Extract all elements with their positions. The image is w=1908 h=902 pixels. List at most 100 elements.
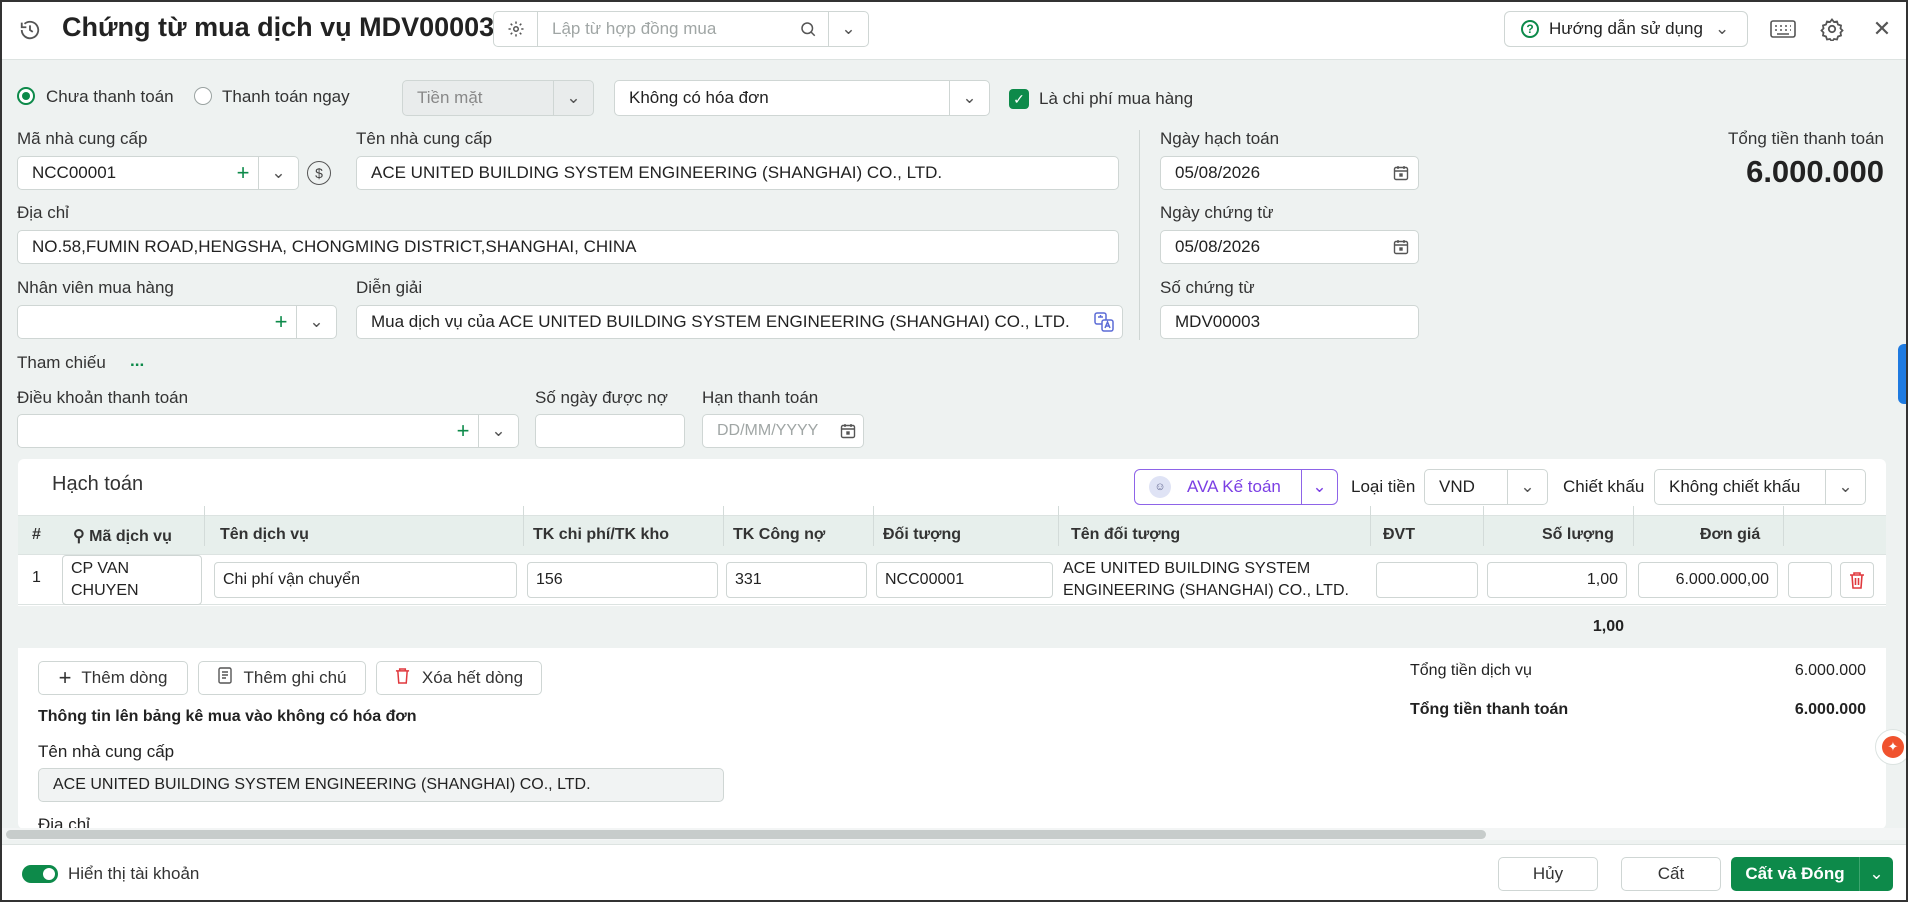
address-value[interactable]: NO.58,FUMIN ROAD,HENGSHA, CHONGMING DIST… (18, 237, 1118, 257)
reference-label: Tham chiếu (17, 353, 106, 372)
help-icon: ? (1521, 20, 1539, 38)
supplier-name-value[interactable]: ACE UNITED BUILDING SYSTEM ENGINEERING (… (357, 163, 1118, 183)
chevron-down-icon[interactable]: ⌄ (949, 81, 989, 115)
extra-cell[interactable] (1788, 562, 1832, 598)
ava-accountant-button[interactable]: ☺ AVA Kế toán ⌄ (1134, 469, 1338, 505)
paid-now-label[interactable]: Thanh toán ngay (222, 87, 350, 107)
voucher-date-label: Ngày chứng từ (1160, 203, 1274, 222)
voucher-date-field[interactable]: 05/08/2026 (1160, 230, 1419, 264)
chevron-down-icon[interactable]: ⌄ (1507, 470, 1547, 504)
save-button[interactable]: Cất (1621, 857, 1721, 891)
chevron-down-icon[interactable]: ⌄ (828, 12, 868, 46)
voucher-date-value[interactable]: 05/08/2026 (1161, 237, 1384, 257)
close-icon[interactable]: ✕ (1868, 15, 1896, 43)
contract-search-input[interactable]: Lập từ hợp đồng mua (538, 19, 788, 39)
currency-dollar-icon[interactable]: $ (307, 161, 331, 185)
table-summary-row: 1,00 (18, 606, 1886, 648)
description-label: Diễn giải (356, 278, 423, 297)
reference-more-link[interactable]: ... (130, 351, 144, 371)
scrollbar-thumb[interactable] (6, 830, 1486, 839)
trash-icon (395, 667, 410, 689)
service-name-cell[interactable]: Chi phí vận chuyển (214, 562, 517, 598)
side-panel-handle[interactable] (1898, 344, 1906, 404)
chevron-down-icon: ⌄ (553, 81, 593, 115)
help-button[interactable]: ? Hướng dẫn sử dụng ⌄ (1504, 11, 1748, 47)
due-date-label: Hạn thanh toán (702, 388, 819, 407)
terms-field[interactable]: + ⌄ (17, 414, 519, 448)
delete-row-icon[interactable] (1840, 562, 1874, 598)
delete-all-button[interactable]: Xóa hết dòng (376, 661, 542, 695)
payment-method-value: Tiền mặt (417, 88, 483, 107)
payment-method-select: Tiền mặt ⌄ (402, 80, 594, 116)
table-row[interactable]: 1 CP VAN CHUYEN Chi phí vận chuyển 156 3… (18, 555, 1886, 605)
contract-search[interactable]: Lập từ hợp đồng mua ⌄ (493, 11, 869, 47)
service-code-cell[interactable]: CP VAN CHUYEN (62, 555, 202, 605)
supplier-code-value[interactable]: NCC00001 (18, 163, 228, 183)
chevron-down-icon[interactable]: ⌄ (1301, 470, 1337, 504)
history-icon[interactable] (16, 16, 44, 44)
pin-icon[interactable]: ⚲ (73, 528, 89, 545)
show-account-toggle[interactable] (22, 865, 58, 883)
supplier-code-field[interactable]: NCC00001 + ⌄ (17, 156, 299, 190)
keyboard-icon[interactable] (1768, 15, 1798, 43)
add-row-button[interactable]: + Thêm dòng (38, 661, 188, 695)
description-field[interactable]: Mua dịch vụ của ACE UNITED BUILDING SYST… (356, 305, 1123, 339)
paid-now-radio[interactable] (194, 87, 212, 105)
translate-icon[interactable] (1086, 312, 1122, 332)
object-cell[interactable]: NCC00001 (876, 562, 1053, 598)
quantity-cell[interactable]: 1,00 (1487, 562, 1627, 598)
unpaid-label[interactable]: Chưa thanh toán (46, 87, 174, 107)
purchase-cost-checkbox[interactable]: ✓ (1009, 89, 1029, 109)
invoice-type-select[interactable]: Không có hóa đơn ⌄ (614, 80, 990, 116)
currency-select[interactable]: VND ⌄ (1424, 469, 1548, 505)
assistant-fab[interactable]: ✦ (1875, 729, 1906, 765)
calendar-icon[interactable] (833, 423, 863, 439)
employee-field[interactable]: + ⌄ (17, 305, 337, 339)
credit-days-field[interactable] (535, 414, 685, 448)
posting-date-value[interactable]: 05/08/2026 (1161, 163, 1384, 183)
column-divider (1139, 130, 1140, 340)
add-icon[interactable]: + (228, 160, 258, 186)
chevron-down-icon[interactable]: ⌄ (1825, 470, 1865, 504)
unit-price-cell[interactable]: 6.000.000,00 (1638, 562, 1778, 598)
calendar-icon[interactable] (1384, 239, 1418, 255)
search-icon[interactable] (788, 20, 828, 38)
gear-icon[interactable] (494, 12, 538, 46)
discount-select[interactable]: Không chiết khấu ⌄ (1654, 469, 1866, 505)
payment-total-value: 6.000.000 (1794, 701, 1866, 718)
chevron-down-icon[interactable]: ⌄ (296, 306, 336, 338)
col-service-name: Tên dịch vụ (220, 526, 309, 543)
discount-label: Chiết khấu (1563, 477, 1645, 496)
unit-cell[interactable] (1376, 562, 1478, 598)
calendar-icon[interactable] (1384, 165, 1418, 181)
chevron-down-icon[interactable]: ⌄ (1859, 857, 1893, 891)
service-total-value: 6.000.000 (1794, 662, 1866, 679)
horizontal-scrollbar[interactable] (2, 828, 1906, 840)
supplier-name-field[interactable]: ACE UNITED BUILDING SYSTEM ENGINEERING (… (356, 156, 1119, 190)
chevron-down-icon[interactable]: ⌄ (478, 415, 518, 447)
add-icon[interactable]: + (266, 309, 296, 335)
voucher-no-value[interactable]: MDV00003 (1161, 312, 1418, 332)
payable-account-cell[interactable]: 331 (726, 562, 867, 598)
due-date-input[interactable]: DD/MM/YYYY (703, 422, 833, 440)
expense-account-cell[interactable]: 156 (527, 562, 718, 598)
supplier-name-label: Tên nhà cung cấp (356, 129, 493, 148)
address-field[interactable]: NO.58,FUMIN ROAD,HENGSHA, CHONGMING DIST… (17, 230, 1119, 264)
voucher-no-field[interactable]: MDV00003 (1160, 305, 1419, 339)
posting-date-field[interactable]: 05/08/2026 (1160, 156, 1419, 190)
listing-supplier-value: ACE UNITED BUILDING SYSTEM ENGINEERING (… (53, 776, 591, 793)
cancel-button[interactable]: Hủy (1498, 857, 1598, 891)
col-quantity: Số lượng (1542, 526, 1614, 543)
due-date-field[interactable]: DD/MM/YYYY (702, 414, 864, 448)
chevron-down-icon[interactable]: ⌄ (258, 157, 298, 189)
description-value[interactable]: Mua dịch vụ của ACE UNITED BUILDING SYST… (357, 312, 1086, 332)
footer-bar: Hiển thị tài khoản Hủy Cất Cất và Đóng ⌄ (2, 844, 1906, 900)
add-icon[interactable]: + (448, 418, 478, 444)
sparkle-icon: ✦ (1882, 736, 1904, 758)
save-close-button[interactable]: Cất và Đóng ⌄ (1731, 857, 1893, 891)
listing-title: Thông tin lên bảng kê mua vào không có h… (38, 708, 417, 725)
settings-icon[interactable] (1818, 15, 1846, 43)
add-note-button[interactable]: Thêm ghi chú (198, 661, 366, 695)
unpaid-radio[interactable] (17, 87, 35, 105)
col-expense-account: TK chi phí/TK kho (533, 526, 669, 543)
